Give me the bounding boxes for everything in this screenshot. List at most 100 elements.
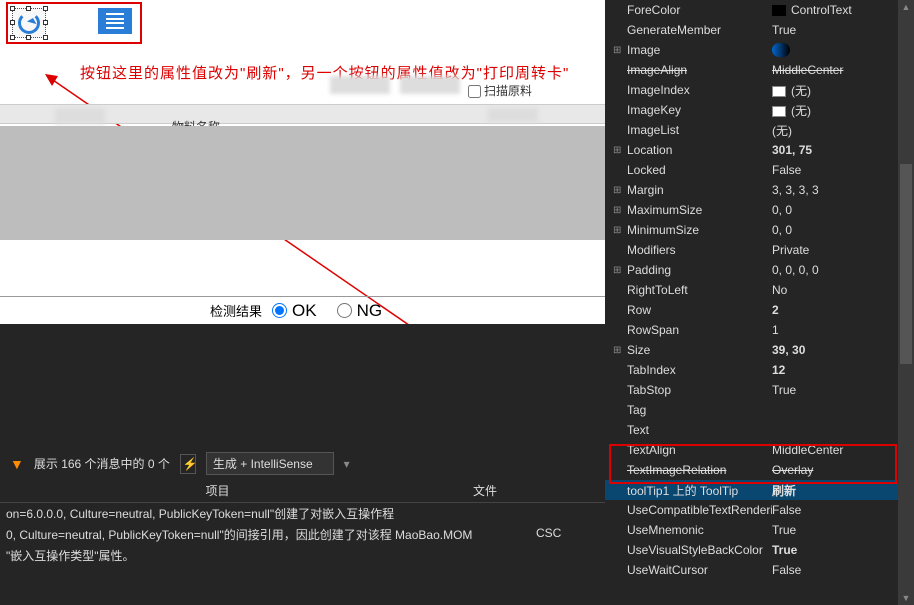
build-dropdown[interactable]: 生成 + IntelliSense bbox=[206, 452, 334, 475]
property-row[interactable]: Tag bbox=[605, 400, 914, 420]
property-row[interactable]: ImageAlignMiddleCenter bbox=[605, 60, 914, 80]
property-row[interactable]: ⊞Location301, 75 bbox=[605, 140, 914, 160]
properties-list[interactable]: ForeColorControlTextGenerateMemberTrue⊞I… bbox=[605, 0, 914, 585]
property-row[interactable]: ⊞Padding0, 0, 0, 0 bbox=[605, 260, 914, 280]
lightning-icon[interactable]: ⚡ bbox=[180, 454, 196, 474]
prop-value[interactable]: 12 bbox=[772, 363, 914, 377]
property-row[interactable]: LockedFalse bbox=[605, 160, 914, 180]
scrollbar[interactable]: ▲ ▼ bbox=[898, 0, 914, 605]
property-row[interactable]: RowSpan1 bbox=[605, 320, 914, 340]
table-row[interactable]: "嵌入互操作类型"属性。 bbox=[0, 545, 605, 566]
expand-icon[interactable]: ⊞ bbox=[613, 145, 627, 156]
col-project[interactable]: 项目 bbox=[0, 482, 435, 499]
prop-value[interactable]: (无) bbox=[772, 122, 914, 139]
prop-value[interactable]: (无) bbox=[772, 102, 914, 119]
expand-icon[interactable]: ⊞ bbox=[613, 45, 627, 56]
prop-value[interactable]: True bbox=[772, 583, 914, 585]
property-row[interactable]: ⊞Image bbox=[605, 40, 914, 60]
prop-value[interactable]: True bbox=[772, 543, 914, 557]
expand-icon[interactable]: ⊞ bbox=[613, 265, 627, 276]
list-icon bbox=[106, 13, 124, 29]
filter-icon: ▼ bbox=[10, 456, 24, 472]
list-button[interactable] bbox=[98, 8, 132, 34]
radio-ok[interactable]: OK bbox=[272, 301, 317, 321]
property-row[interactable]: ForeColorControlText bbox=[605, 0, 914, 20]
prop-value[interactable]: Private bbox=[772, 243, 914, 257]
table-row[interactable]: on=6.0.0.0, Culture=neutral, PublicKeyTo… bbox=[0, 503, 605, 524]
prop-value[interactable]: 刷新 bbox=[772, 482, 914, 499]
expand-icon[interactable]: ⊞ bbox=[613, 345, 627, 356]
property-row[interactable]: TabIndex12 bbox=[605, 360, 914, 380]
properties-panel: ForeColorControlTextGenerateMemberTrue⊞I… bbox=[605, 0, 914, 605]
expand-icon[interactable]: ⊞ bbox=[613, 225, 627, 236]
property-row[interactable]: toolTip1 上的 ToolTip刷新 bbox=[605, 480, 914, 500]
prop-name: Size bbox=[627, 343, 772, 357]
property-row[interactable]: ⊞MinimumSize0, 0 bbox=[605, 220, 914, 240]
property-row[interactable]: ⊞MaximumSize0, 0 bbox=[605, 200, 914, 220]
prop-value[interactable]: True bbox=[772, 23, 914, 37]
designer-surface[interactable]: 按钮这里的属性值改为"刷新"，另一个按钮的属性值改为"打印周转卡" 扫描原料 物… bbox=[0, 0, 605, 605]
property-row[interactable]: TabStopTrue bbox=[605, 380, 914, 400]
prop-name: Location bbox=[627, 143, 772, 157]
property-row[interactable]: UseCompatibleTextRenderingFalse bbox=[605, 500, 914, 520]
property-row[interactable]: ⊞Size39, 30 bbox=[605, 340, 914, 360]
prop-value[interactable]: False bbox=[772, 503, 914, 517]
property-row[interactable]: RightToLeftNo bbox=[605, 280, 914, 300]
property-row[interactable]: Text bbox=[605, 420, 914, 440]
prop-value[interactable]: False bbox=[772, 163, 914, 177]
property-row[interactable]: ⊞Margin3, 3, 3, 3 bbox=[605, 180, 914, 200]
refresh-button-selected[interactable] bbox=[12, 8, 46, 38]
result-row: 检测结果 OK NG bbox=[0, 296, 605, 324]
prop-value[interactable]: (无) bbox=[772, 82, 914, 99]
result-label: 检测结果 bbox=[210, 301, 262, 320]
scan-checkbox[interactable]: 扫描原料 bbox=[468, 82, 532, 99]
prop-name: UseVisualStyleBackColor bbox=[627, 543, 772, 557]
scroll-up-icon[interactable]: ▲ bbox=[900, 0, 913, 14]
prop-value[interactable]: 3, 3, 3, 3 bbox=[772, 183, 914, 197]
expand-icon[interactable]: ⊞ bbox=[613, 185, 627, 196]
property-row[interactable]: TextAlignMiddleCenter bbox=[605, 440, 914, 460]
prop-value[interactable]: Overlay bbox=[772, 463, 914, 477]
prop-name: RightToLeft bbox=[627, 283, 772, 297]
prop-value[interactable]: False bbox=[772, 563, 914, 577]
property-row[interactable]: UseWaitCursorFalse bbox=[605, 560, 914, 580]
col-file[interactable]: 文件 bbox=[435, 482, 535, 499]
prop-value[interactable]: 0, 0, 0, 0 bbox=[772, 263, 914, 277]
prop-value[interactable]: 1 bbox=[772, 323, 914, 337]
prop-name: Text bbox=[627, 423, 772, 437]
prop-value[interactable]: No bbox=[772, 283, 914, 297]
scroll-down-icon[interactable]: ▼ bbox=[900, 591, 913, 605]
prop-name: TabIndex bbox=[627, 363, 772, 377]
property-row[interactable]: ImageList(无) bbox=[605, 120, 914, 140]
prop-name: ImageKey bbox=[627, 103, 772, 117]
prop-value[interactable]: 301, 75 bbox=[772, 143, 914, 157]
prop-value[interactable]: 0, 0 bbox=[772, 223, 914, 237]
prop-value[interactable]: MiddleCenter bbox=[772, 63, 914, 77]
expand-icon[interactable]: ⊞ bbox=[613, 205, 627, 216]
property-row[interactable]: UseMnemonicTrue bbox=[605, 520, 914, 540]
prop-name: ImageAlign bbox=[627, 63, 772, 77]
prop-value[interactable]: 0, 0 bbox=[772, 203, 914, 217]
refresh-icon bbox=[18, 12, 40, 34]
property-row[interactable]: ImageKey(无) bbox=[605, 100, 914, 120]
radio-ng[interactable]: NG bbox=[337, 301, 383, 321]
property-row[interactable]: ImageIndex(无) bbox=[605, 80, 914, 100]
prop-name: UseCompatibleTextRendering bbox=[627, 503, 772, 517]
property-row[interactable]: VisibleTrue bbox=[605, 580, 914, 585]
prop-value[interactable] bbox=[772, 43, 914, 58]
scroll-thumb[interactable] bbox=[900, 164, 912, 364]
property-row[interactable]: Row2 bbox=[605, 300, 914, 320]
prop-value[interactable]: True bbox=[772, 523, 914, 537]
prop-name: Padding bbox=[627, 263, 772, 277]
property-row[interactable]: TextImageRelationOverlay bbox=[605, 460, 914, 480]
property-row[interactable]: ModifiersPrivate bbox=[605, 240, 914, 260]
prop-value[interactable]: 39, 30 bbox=[772, 343, 914, 357]
prop-value[interactable]: MiddleCenter bbox=[772, 443, 914, 457]
table-row[interactable]: 0, Culture=neutral, PublicKeyToken=null"… bbox=[0, 524, 605, 545]
prop-value[interactable]: True bbox=[772, 383, 914, 397]
prop-value[interactable]: 2 bbox=[772, 303, 914, 317]
prop-value[interactable]: ControlText bbox=[772, 3, 914, 17]
property-row[interactable]: GenerateMemberTrue bbox=[605, 20, 914, 40]
property-row[interactable]: UseVisualStyleBackColorTrue bbox=[605, 540, 914, 560]
message-filter: ▼ 展示 166 个消息中的 0 个 ⚡ 生成 + IntelliSense ▾ bbox=[10, 452, 600, 475]
